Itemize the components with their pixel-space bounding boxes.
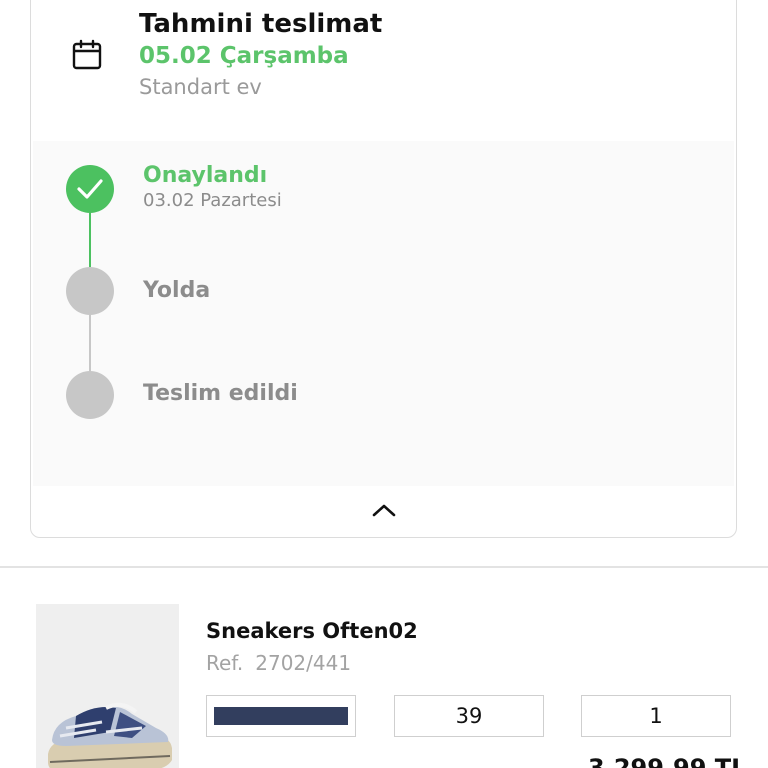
step-confirmed-label: Onaylandı bbox=[143, 163, 268, 188]
delivery-card: Tahmini teslimat 05.02 Çarşamba Standart… bbox=[30, 0, 737, 538]
section-divider bbox=[0, 566, 768, 568]
step-delivered-dot bbox=[66, 371, 114, 419]
delivery-title: Tahmini teslimat bbox=[139, 9, 383, 39]
color-selector[interactable] bbox=[206, 695, 356, 737]
collapse-timeline-button[interactable] bbox=[31, 486, 736, 537]
product-ref-value: 2702/441 bbox=[255, 651, 352, 675]
step-in-transit-dot bbox=[66, 267, 114, 315]
sneaker-image bbox=[36, 604, 179, 768]
color-swatch bbox=[214, 707, 348, 725]
step-delivered-label: Teslim edildi bbox=[143, 381, 298, 406]
product-image[interactable] bbox=[36, 604, 179, 768]
product-price: 3.299,99 TL bbox=[588, 754, 747, 768]
product-name[interactable]: Sneakers Often02 bbox=[206, 619, 418, 643]
quantity-selector[interactable]: 1 bbox=[581, 695, 731, 737]
step-confirmed-date: 03.02 Pazartesi bbox=[143, 190, 282, 211]
delivery-date: 05.02 Çarşamba bbox=[139, 43, 349, 69]
check-icon bbox=[77, 179, 103, 199]
size-selector[interactable]: 39 bbox=[394, 695, 544, 737]
estimated-delivery: Tahmini teslimat 05.02 Çarşamba Standart… bbox=[31, 0, 736, 139]
order-detail-page: Tahmini teslimat 05.02 Çarşamba Standart… bbox=[0, 0, 768, 768]
timeline-connector-completed bbox=[89, 213, 91, 267]
product-reference: Ref. 2702/441 bbox=[206, 651, 351, 675]
delivery-method: Standart ev bbox=[139, 75, 262, 99]
chevron-up-icon bbox=[372, 504, 396, 517]
product-ref-label: Ref. bbox=[206, 651, 244, 675]
calendar-icon bbox=[72, 39, 102, 70]
step-confirmed-dot bbox=[66, 165, 114, 213]
delivery-timeline: Onaylandı 03.02 Pazartesi Yolda Teslim e… bbox=[33, 141, 734, 486]
timeline-connector-pending bbox=[89, 315, 91, 371]
step-in-transit-label: Yolda bbox=[143, 278, 211, 303]
